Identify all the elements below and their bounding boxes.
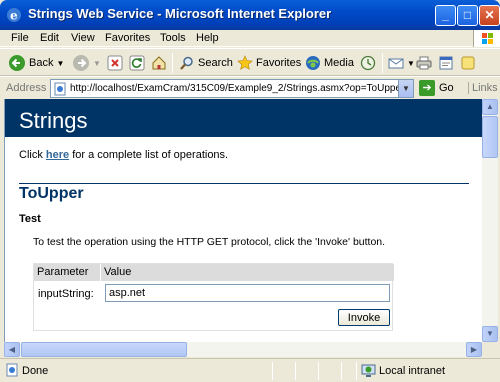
menu-favorites[interactable]: Favorites [105, 32, 150, 44]
printer-icon [416, 56, 432, 70]
scroll-right-button[interactable]: ▶ [466, 342, 482, 357]
go-button[interactable]: ➔ Go [419, 80, 454, 96]
horizontal-scrollbar[interactable]: ◀ ▶ [4, 342, 482, 357]
home-icon [152, 56, 166, 70]
scroll-left-button[interactable]: ◀ [4, 342, 20, 357]
mail-dropdown-icon[interactable]: ▼ [407, 59, 415, 68]
svg-text:e: e [10, 9, 18, 23]
menu-edit[interactable]: Edit [40, 32, 59, 44]
heading-divider [19, 183, 469, 184]
vertical-scrollbar[interactable]: ▲ ▼ [482, 99, 498, 342]
menu-help[interactable]: Help [196, 32, 219, 44]
address-bar: Address http://localhost/ExamCram/315C09… [0, 76, 500, 98]
favorites-button[interactable]: Favorites [237, 53, 301, 73]
maximize-button[interactable]: □ [457, 5, 478, 26]
edit-page-icon [439, 56, 453, 70]
horizontal-scroll-thumb[interactable] [21, 342, 187, 357]
print-button[interactable] [416, 53, 432, 73]
refresh-button[interactable] [129, 53, 145, 73]
forward-dropdown-icon[interactable]: ▼ [93, 59, 101, 68]
parameter-column-header: Parameter [34, 264, 100, 281]
service-title: Strings [19, 108, 88, 133]
operations-list-link[interactable]: here [46, 149, 69, 161]
parameter-table: Parameter Value inputString: Invoke [33, 263, 394, 331]
vertical-scroll-thumb[interactable] [482, 116, 498, 158]
parameter-name: inputString: [38, 288, 94, 300]
forward-button[interactable]: ▼ [72, 53, 101, 73]
menu-bar: File Edit View Favorites Tools Help [0, 30, 500, 47]
operation-title: ToUpper [19, 185, 84, 202]
media-icon [306, 56, 320, 70]
security-zone: Local intranet [379, 365, 446, 377]
edit-button[interactable] [438, 53, 454, 73]
search-icon [180, 56, 193, 70]
scroll-up-button[interactable]: ▲ [482, 99, 498, 115]
mail-icon [388, 58, 404, 69]
test-description: To test the operation using the HTTP GET… [33, 236, 386, 248]
links-button[interactable]: Links [468, 82, 498, 94]
favorites-label: Favorites [256, 57, 302, 69]
value-column-header: Value [101, 264, 394, 281]
minimize-button[interactable]: _ [435, 5, 456, 26]
address-url: http://localhost/ExamCram/315C09/Example… [70, 83, 405, 94]
input-string-field[interactable] [105, 284, 390, 302]
media-button[interactable]: Media [305, 53, 354, 73]
operations-intro: Click here for a complete list of operat… [19, 149, 229, 161]
refresh-icon [129, 55, 145, 71]
ie-icon: e [7, 8, 21, 23]
window-title: Strings Web Service - Microsoft Internet… [28, 6, 332, 21]
go-arrow-icon: ➔ [419, 80, 435, 96]
page-icon [54, 82, 66, 95]
status-bar: Done Local intranet [0, 358, 500, 382]
address-input[interactable]: http://localhost/ExamCram/315C09/Example… [50, 79, 414, 98]
star-icon [237, 55, 253, 70]
close-button[interactable]: ✕ [479, 5, 500, 26]
invoke-button[interactable]: Invoke [338, 309, 390, 326]
history-icon [360, 55, 376, 71]
back-label: Back [29, 57, 54, 69]
media-label: Media [324, 57, 354, 69]
address-dropdown-button[interactable]: ▼ [398, 80, 413, 97]
mail-button[interactable]: ▼ [388, 53, 415, 73]
messenger-button[interactable] [460, 53, 476, 73]
intranet-zone-icon [361, 364, 376, 377]
search-button[interactable]: Search [179, 53, 233, 73]
menu-file[interactable]: File [11, 32, 29, 44]
address-label: Address [6, 82, 47, 94]
menu-tools[interactable]: Tools [160, 32, 186, 44]
stop-icon [107, 55, 123, 71]
history-button[interactable] [360, 53, 376, 73]
scroll-down-button[interactable]: ▼ [482, 326, 498, 342]
go-label: Go [439, 82, 454, 94]
back-arrow-icon [9, 55, 25, 71]
page-viewport: Strings Click here for a complete list o… [4, 99, 482, 342]
forward-arrow-icon [73, 55, 89, 71]
page-done-icon [6, 363, 18, 377]
status-text: Done [22, 365, 49, 377]
test-heading: Test [19, 213, 41, 225]
menu-view[interactable]: View [71, 32, 95, 44]
page-banner: Strings [5, 99, 482, 137]
scrollbar-corner [482, 342, 498, 357]
back-button[interactable]: Back ▼ [8, 53, 64, 73]
stop-button[interactable] [107, 53, 123, 73]
title-bar: e Strings Web Service - Microsoft Intern… [0, 0, 500, 30]
home-button[interactable] [151, 53, 167, 73]
toolbar: Back ▼ ▼ Search Favorites Media ▼ [0, 48, 500, 76]
back-dropdown-icon[interactable]: ▼ [56, 59, 64, 68]
note-icon [461, 56, 475, 70]
search-label: Search [198, 57, 233, 69]
windows-logo [473, 30, 500, 47]
